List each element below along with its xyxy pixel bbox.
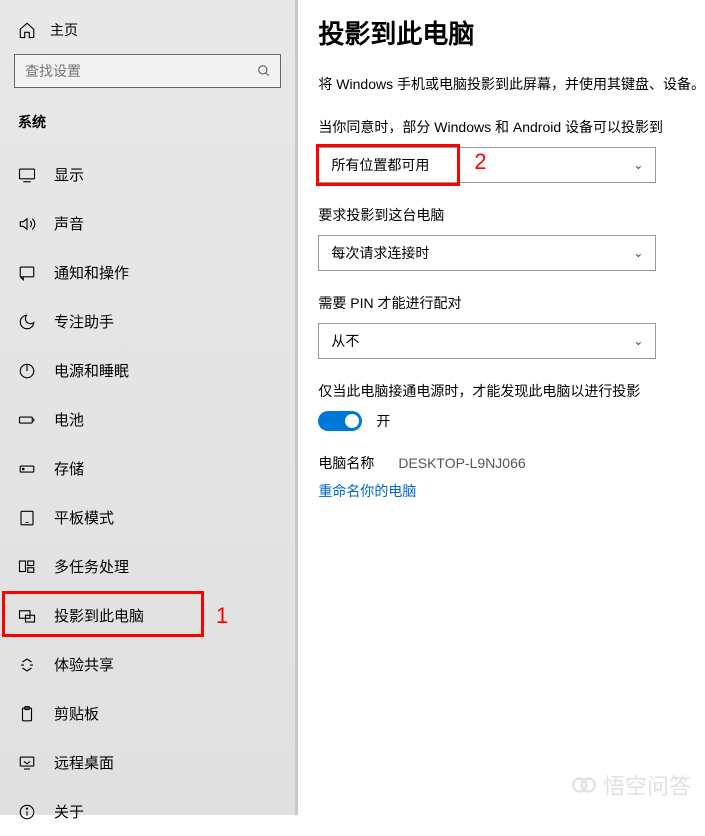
watermark: 悟空问答 bbox=[571, 769, 691, 801]
chevron-down-icon: ⌄ bbox=[633, 158, 643, 172]
clipboard-icon bbox=[18, 705, 36, 723]
search-wrap bbox=[14, 54, 281, 88]
sidebar-item-shared[interactable]: 体验共享 bbox=[0, 640, 295, 689]
section-header: 系统 bbox=[0, 104, 295, 144]
ask-select[interactable]: 每次请求连接时 ⌄ bbox=[318, 235, 656, 271]
availability-setting: 当你同意时，部分 Windows 和 Android 设备可以投影到 所有位置都… bbox=[318, 117, 705, 183]
remote-icon bbox=[18, 754, 36, 772]
sidebar-item-label: 远程桌面 bbox=[54, 752, 114, 773]
battery-icon bbox=[18, 411, 36, 429]
display-icon bbox=[18, 166, 36, 184]
sidebar-item-label: 显示 bbox=[54, 164, 84, 185]
search-icon bbox=[257, 64, 271, 78]
sidebar-item-label: 通知和操作 bbox=[54, 262, 129, 283]
sidebar-item-power[interactable]: 电源和睡眠 bbox=[0, 346, 295, 395]
sidebar-item-project[interactable]: 投影到此电脑 1 bbox=[0, 591, 295, 640]
chevron-down-icon: ⌄ bbox=[633, 334, 643, 348]
sidebar-item-about[interactable]: 关于 bbox=[0, 787, 295, 836]
power-toggle[interactable] bbox=[318, 411, 362, 431]
pin-setting: 需要 PIN 才能进行配对 从不 ⌄ bbox=[318, 293, 705, 359]
sidebar-item-label: 多任务处理 bbox=[54, 556, 129, 577]
nav-list: 显示 声音 通知和操作 专注助手 电源和睡眠 电池 存储 平板模式 bbox=[0, 150, 295, 836]
sound-icon bbox=[18, 215, 36, 233]
sidebar-item-battery[interactable]: 电池 bbox=[0, 395, 295, 444]
power-toggle-state: 开 bbox=[376, 411, 390, 431]
sidebar-item-focus[interactable]: 专注助手 bbox=[0, 297, 295, 346]
pc-name-row: 电脑名称 DESKTOP-L9NJ066 bbox=[318, 453, 705, 473]
main-panel: 投影到此电脑 将 Windows 手机或电脑投影到此屏幕，并使用其键盘、设备。 … bbox=[298, 0, 705, 815]
sidebar-item-label: 电池 bbox=[54, 409, 84, 430]
home-icon bbox=[18, 21, 36, 39]
availability-value: 所有位置都可用 bbox=[331, 155, 429, 175]
sidebar-item-storage[interactable]: 存储 bbox=[0, 444, 295, 493]
sidebar-item-label: 平板模式 bbox=[54, 507, 114, 528]
sidebar-item-remote[interactable]: 远程桌面 bbox=[0, 738, 295, 787]
shared-icon bbox=[18, 656, 36, 674]
project-icon bbox=[18, 607, 36, 625]
sidebar-item-notifications[interactable]: 通知和操作 bbox=[0, 248, 295, 297]
ask-label: 要求投影到这台电脑 bbox=[318, 205, 705, 225]
ask-setting: 要求投影到这台电脑 每次请求连接时 ⌄ bbox=[318, 205, 705, 271]
sidebar-item-label: 投影到此电脑 bbox=[54, 605, 144, 626]
home-label: 主页 bbox=[50, 20, 78, 40]
page-description: 将 Windows 手机或电脑投影到此屏幕，并使用其键盘、设备。 bbox=[318, 73, 705, 95]
availability-select[interactable]: 所有位置都可用 ⌄ bbox=[318, 147, 656, 183]
pin-label: 需要 PIN 才能进行配对 bbox=[318, 293, 705, 313]
sidebar-item-clipboard[interactable]: 剪贴板 bbox=[0, 689, 295, 738]
ask-value: 每次请求连接时 bbox=[331, 243, 429, 263]
annotation-number-2: 2 bbox=[474, 149, 486, 175]
multitask-icon bbox=[18, 558, 36, 576]
power-icon bbox=[18, 362, 36, 380]
power-setting: 仅当此电脑接通电源时，才能发现此电脑以进行投影 开 bbox=[318, 381, 705, 431]
sidebar-item-label: 剪贴板 bbox=[54, 703, 99, 724]
focus-icon bbox=[18, 313, 36, 331]
availability-label: 当你同意时，部分 Windows 和 Android 设备可以投影到 bbox=[318, 117, 705, 137]
sidebar-item-multitask[interactable]: 多任务处理 bbox=[0, 542, 295, 591]
about-icon bbox=[18, 803, 36, 821]
annotation-number-1: 1 bbox=[216, 603, 228, 629]
pc-name-value: DESKTOP-L9NJ066 bbox=[398, 455, 525, 471]
rename-pc-link[interactable]: 重命名你的电脑 bbox=[318, 481, 416, 501]
settings-sidebar: 主页 系统 显示 声音 通知和操作 专注助手 电源和睡眠 bbox=[0, 0, 298, 815]
pin-select[interactable]: 从不 ⌄ bbox=[318, 323, 656, 359]
home-row[interactable]: 主页 bbox=[0, 14, 295, 54]
tablet-icon bbox=[18, 509, 36, 527]
sidebar-item-label: 存储 bbox=[54, 458, 84, 479]
power-label: 仅当此电脑接通电源时，才能发现此电脑以进行投影 bbox=[318, 381, 705, 401]
sidebar-item-label: 专注助手 bbox=[54, 311, 114, 332]
sidebar-item-label: 电源和睡眠 bbox=[54, 360, 129, 381]
notification-icon bbox=[18, 264, 36, 282]
pc-name-label: 电脑名称 bbox=[318, 453, 374, 473]
page-title: 投影到此电脑 bbox=[318, 14, 705, 51]
sidebar-item-label: 声音 bbox=[54, 213, 84, 234]
storage-icon bbox=[18, 460, 36, 478]
pin-value: 从不 bbox=[331, 331, 359, 351]
search-input[interactable] bbox=[14, 54, 281, 88]
sidebar-item-tablet[interactable]: 平板模式 bbox=[0, 493, 295, 542]
sidebar-item-sound[interactable]: 声音 bbox=[0, 199, 295, 248]
sidebar-item-label: 关于 bbox=[54, 801, 84, 822]
chevron-down-icon: ⌄ bbox=[633, 246, 643, 260]
sidebar-item-label: 体验共享 bbox=[54, 654, 114, 675]
watermark-text: 悟空问答 bbox=[603, 769, 691, 801]
sidebar-item-display[interactable]: 显示 bbox=[0, 150, 295, 199]
